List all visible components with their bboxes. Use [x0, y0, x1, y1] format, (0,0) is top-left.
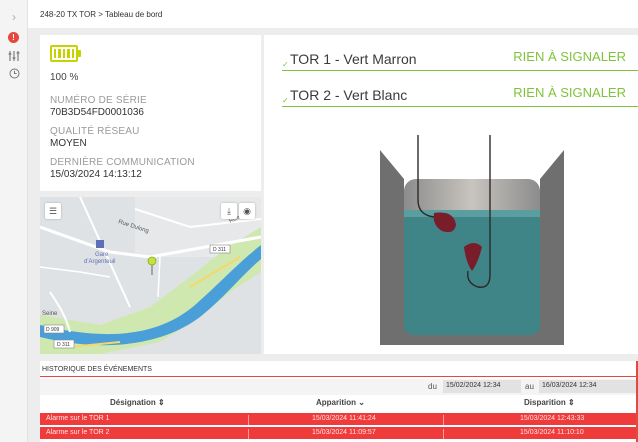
date-filter: du 15/02/2024 12:34 au 16/03/2024 12:34 — [40, 379, 638, 395]
check-icon: ✓ — [282, 96, 289, 105]
serial-value: 70B3D54FD0001036 — [50, 107, 144, 118]
tor-1-row[interactable]: ✓ TOR 1 - Vert Marron RIEN À SIGNALER — [282, 49, 638, 71]
table-row[interactable]: Alarme sur le TOR 2 15/03/2024 11:09:57 … — [40, 427, 638, 441]
col-designation[interactable]: Désignation ⇕ — [110, 398, 165, 407]
tor-1-state: RIEN À SIGNALER — [513, 49, 626, 64]
map-label-seine: Seine — [42, 311, 58, 317]
tor-2-name: TOR 2 - Vert Blanc — [290, 87, 408, 103]
filter-du-label: du — [428, 382, 437, 391]
date-to-input[interactable]: 16/03/2024 12:34 — [539, 380, 638, 393]
tank-illustration — [380, 135, 564, 345]
map-label-argenteuil: d'Argenteuil — [84, 259, 116, 265]
apparition-cell: 15/03/2024 11:09:57 — [312, 429, 376, 436]
eye-icon[interactable]: ◉ — [239, 203, 255, 219]
filter-au-label: au — [525, 382, 534, 391]
sliders-icon[interactable] — [7, 49, 21, 63]
download-icon[interactable]: ⤓ — [221, 203, 237, 219]
last-comm-label: DERNIÈRE COMMUNICATION — [50, 157, 195, 168]
dashboard-main: 100 % NUMÉRO DE SÉRIE 70B3D54FD0001036 Q… — [28, 28, 638, 442]
designation-cell: Alarme sur le TOR 1 — [46, 415, 110, 422]
sensor-card: ✓ TOR 1 - Vert Marron RIEN À SIGNALER ✓ … — [264, 35, 638, 354]
events-table-header: Désignation ⇕ Apparition ⌄ Disparition ⇕ — [40, 396, 638, 410]
table-row[interactable]: Alarme sur le TOR 1 15/03/2024 11:41:24 … — [40, 413, 638, 427]
battery-percent: 100 % — [50, 72, 79, 83]
breadcrumb: 248-20 TX TOR > Tableau de bord — [40, 10, 163, 19]
tor-2-row[interactable]: ✓ TOR 2 - Vert Blanc RIEN À SIGNALER — [282, 85, 638, 107]
events-history: HISTORIQUE DES ÉVÉNEMENTS du 15/02/2024 … — [40, 361, 638, 442]
tor-2-state: RIEN À SIGNALER — [513, 85, 626, 100]
last-comm-value: 15/03/2024 14:13:12 — [50, 169, 142, 180]
check-icon: ✓ — [282, 60, 289, 69]
alarm-icon[interactable]: ! — [8, 32, 19, 43]
col-apparition[interactable]: Apparition ⌄ — [316, 398, 365, 407]
device-info-card: 100 % NUMÉRO DE SÉRIE 70B3D54FD0001036 Q… — [40, 35, 261, 191]
map-canvas: Rue Dulong Rue de Gare d'Argenteuil Sein… — [40, 197, 261, 354]
apparition-cell: 15/03/2024 11:41:24 — [312, 415, 376, 422]
location-map[interactable]: Rue Dulong Rue de Gare d'Argenteuil Sein… — [40, 197, 261, 354]
map-menu-icon[interactable]: ☰ — [45, 203, 61, 219]
date-from-input[interactable]: 15/02/2024 12:34 — [443, 380, 521, 393]
map-label-d909: D 909 — [46, 327, 60, 333]
serial-label: NUMÉRO DE SÉRIE — [50, 95, 147, 106]
disparition-cell: 15/03/2024 12:43:33 — [520, 415, 585, 422]
battery-icon — [50, 45, 78, 62]
map-label-d311b: D 311 — [57, 342, 70, 348]
disparition-cell: 15/03/2024 11:10:10 — [520, 429, 584, 436]
col-disparition[interactable]: Disparition ⇕ — [524, 398, 575, 407]
map-label-d311a: D 311 — [213, 247, 226, 253]
battery-tip — [78, 50, 81, 57]
designation-cell: Alarme sur le TOR 2 — [46, 429, 110, 436]
network-value: MOYEN — [50, 138, 87, 149]
network-label: QUALITÉ RÉSEAU — [50, 126, 140, 137]
clock-icon[interactable] — [7, 66, 21, 80]
left-rail: › ! — [0, 0, 28, 442]
tor-1-name: TOR 1 - Vert Marron — [290, 51, 417, 67]
map-label-gare: Gare — [95, 252, 109, 258]
events-title: HISTORIQUE DES ÉVÉNEMENTS — [42, 366, 152, 373]
chevron-right-icon[interactable]: › — [7, 10, 21, 24]
events-divider — [40, 376, 638, 377]
